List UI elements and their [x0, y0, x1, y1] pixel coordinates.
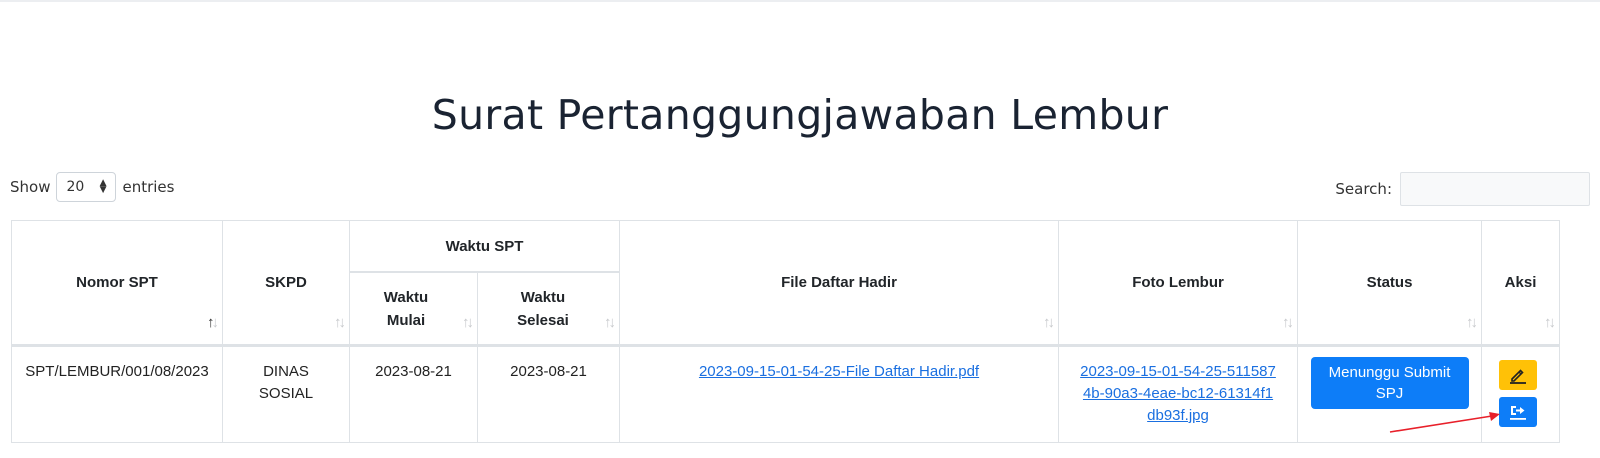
sort-icon: ↑↓	[1282, 314, 1294, 331]
cell-waktu-mulai: 2023-08-21	[349, 345, 478, 443]
top-divider	[0, 0, 1600, 2]
status-button[interactable]: Menunggu Submit SPJ	[1310, 357, 1469, 409]
sort-icon: ↑↓	[604, 314, 616, 331]
page-title: Surat Pertanggungjawaban Lembur	[431, 91, 1169, 140]
show-label: Show	[10, 178, 51, 196]
column-header-aksi[interactable]: Aksi ↑↓	[1481, 220, 1561, 347]
file-daftar-hadir-link[interactable]: 2023-09-15-01-54-25-File Daftar Hadir.pd…	[699, 363, 979, 380]
cell-foto-lembur: 2023-09-15-01-54-25-5115874b-90a3-4eae-b…	[1058, 345, 1299, 443]
sort-icon: ↑↓	[334, 314, 346, 331]
cell-nomor-spt: SPT/LEMBUR/001/08/2023	[11, 345, 223, 443]
column-header-file-daftar-hadir[interactable]: File Daftar Hadir ↑↓	[619, 220, 1060, 347]
column-header-skpd[interactable]: SKPD ↑↓	[222, 220, 350, 347]
foto-lembur-link[interactable]: 2023-09-15-01-54-25-5115874b-90a3-4eae-b…	[1080, 361, 1276, 427]
search-input[interactable]	[1400, 172, 1590, 206]
column-header-waktu-selesai[interactable]: Waktu Selesai ↑↓	[476, 271, 621, 347]
column-header-waktu-mulai[interactable]: Waktu Mulai ↑↓	[349, 271, 478, 347]
sort-icon: ↑↓	[1043, 314, 1055, 331]
select-caret-icon: ▲ ▼	[99, 178, 107, 195]
column-group-waktu-spt: Waktu SPT	[348, 220, 621, 273]
column-header-foto-lembur[interactable]: Foto Lembur ↑↓	[1058, 220, 1299, 347]
column-header-nomor-spt[interactable]: Nomor SPT ↑↓	[11, 220, 223, 347]
table-row: SPT/LEMBUR/001/08/2023 DINAS SOSIAL 2023…	[11, 345, 1561, 443]
cell-waktu-selesai: 2023-08-21	[476, 345, 621, 443]
cell-file-daftar-hadir: 2023-09-15-01-54-25-File Daftar Hadir.pd…	[619, 345, 1060, 443]
search-label: Search:	[1335, 180, 1392, 198]
sort-icon: ↑↓	[462, 314, 474, 331]
entries-label: entries	[122, 178, 175, 196]
edit-button[interactable]	[1499, 360, 1538, 390]
annotation-arrow-icon	[1389, 412, 1500, 433]
sort-asc-icon: ↑↓	[207, 314, 219, 331]
submit-icon	[1510, 406, 1527, 420]
search-control: Search:	[1335, 172, 1590, 206]
entries-select-value: 20	[66, 179, 85, 195]
entries-select[interactable]: 20 ▲ ▼	[56, 172, 117, 202]
sort-icon: ↑↓	[1466, 314, 1478, 331]
sort-icon: ↑↓	[1544, 314, 1556, 331]
spj-table: Nomor SPT ↑↓ SKPD ↑↓ Waktu SPT File Daft…	[11, 220, 1561, 443]
cell-skpd: DINAS SOSIAL	[222, 345, 350, 443]
column-header-status[interactable]: Status ↑↓	[1297, 220, 1483, 347]
entries-length-control: Show 20 ▲ ▼ entries	[10, 172, 174, 202]
pencil-icon	[1510, 369, 1527, 384]
